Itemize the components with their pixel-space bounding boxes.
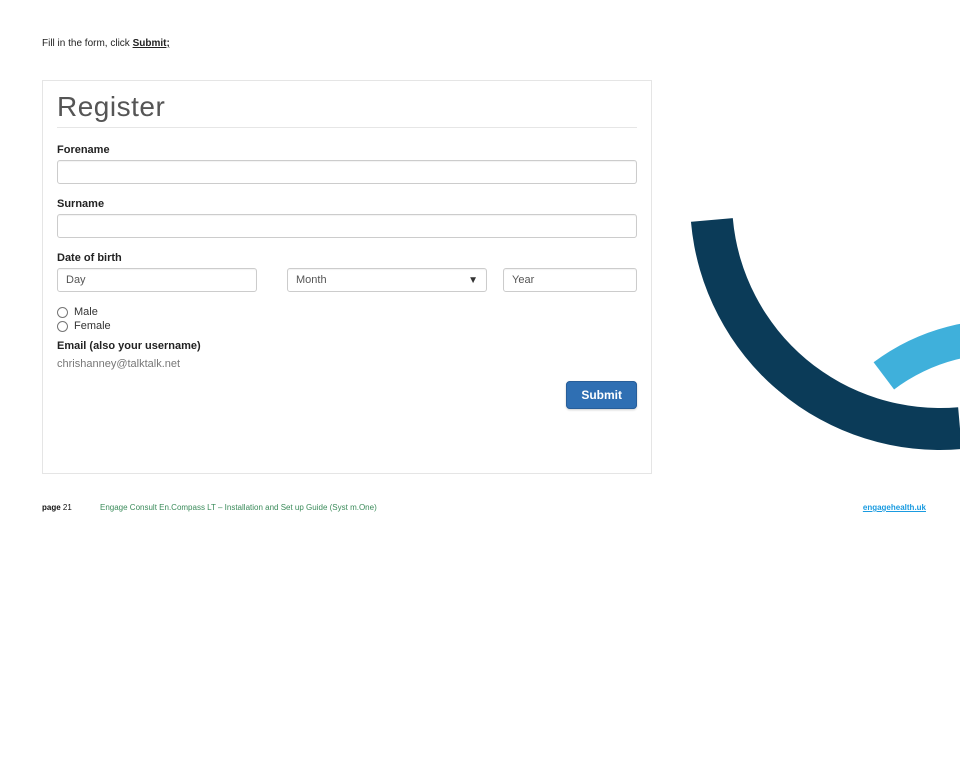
email-label: Email (also your username) (57, 340, 637, 352)
register-panel: Register Forename Surname Date of birth … (42, 80, 652, 474)
form-actions: Submit (57, 386, 637, 404)
surname-label: Surname (57, 198, 637, 210)
divider (57, 127, 637, 128)
forename-label: Forename (57, 144, 637, 156)
footer-doc-title: Engage Consult En.Compass LT – Installat… (100, 503, 377, 512)
gender-female-row[interactable]: Female (57, 320, 637, 332)
submit-button[interactable]: Submit (566, 381, 637, 409)
dob-label: Date of birth (57, 252, 637, 264)
dob-row: Day Month ▼ Year (57, 268, 637, 292)
forename-input[interactable] (57, 160, 637, 184)
gender-male-row[interactable]: Male (57, 306, 637, 318)
instruction-bold: Submit; (133, 38, 170, 49)
gender-male-radio[interactable] (57, 307, 68, 318)
instruction-prefix: Fill in the form, click (42, 38, 133, 49)
gender-female-radio[interactable] (57, 321, 68, 332)
chevron-down-icon: ▼ (468, 275, 478, 286)
email-value: chrishanney@talktalk.net (57, 356, 637, 374)
footer-page: page 21 (42, 503, 72, 512)
dob-year-select[interactable]: Year (503, 268, 637, 292)
gender-female-label: Female (74, 320, 111, 332)
footer-page-label: page (42, 503, 63, 512)
dob-month-value: Month (296, 274, 327, 286)
dob-day-value: Day (66, 274, 86, 286)
footer-page-number: 21 (63, 503, 72, 512)
dob-day-select[interactable]: Day (57, 268, 257, 292)
instruction-line: Fill in the form, click Submit; (42, 38, 170, 49)
page-title: Register (57, 91, 637, 123)
surname-input[interactable] (57, 214, 637, 238)
dob-month-select[interactable]: Month ▼ (287, 268, 487, 292)
gender-male-label: Male (74, 306, 98, 318)
dob-year-value: Year (512, 274, 534, 286)
